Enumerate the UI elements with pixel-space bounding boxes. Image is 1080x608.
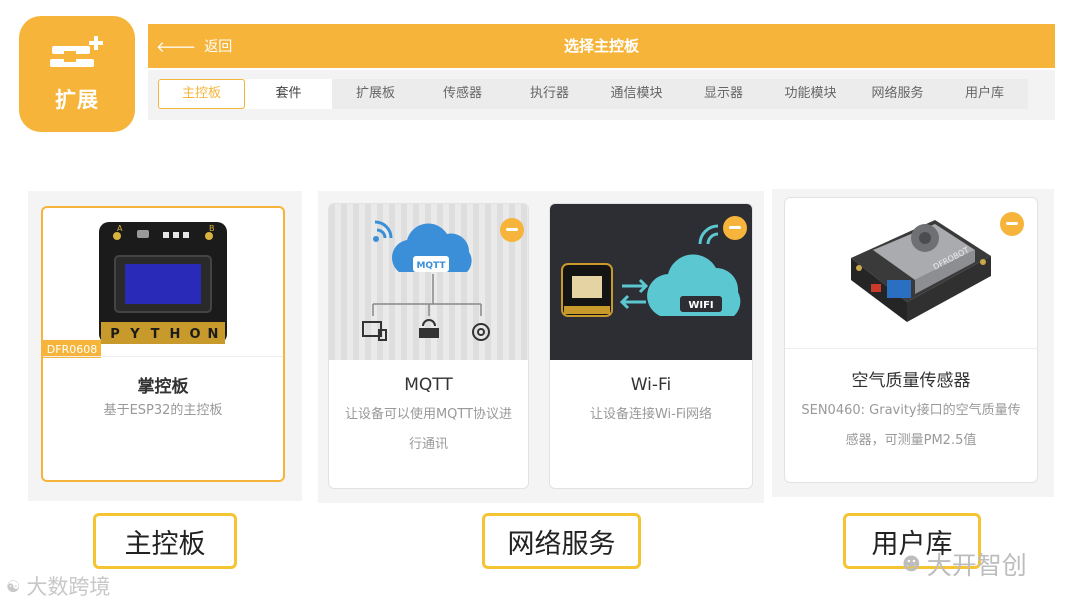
wifi-signal-icon — [374, 220, 393, 239]
tab-sensor[interactable]: 传感器 — [419, 79, 506, 109]
wechat-icon: ☻ — [902, 553, 921, 575]
gear-icon — [472, 323, 490, 341]
pin-label-h: H — [170, 327, 181, 342]
mqtt-image: MQTT — [329, 204, 528, 360]
tab-network-service[interactable]: 网络服务 — [854, 79, 941, 109]
tab-user-library[interactable]: 用户库 — [941, 79, 1028, 109]
sync-arrows-icon — [619, 278, 649, 310]
tab-actuator[interactable]: 执行器 — [506, 79, 593, 109]
tab-expansion-board[interactable]: 扩展板 — [332, 79, 419, 109]
extension-label: 扩展 — [55, 88, 99, 112]
computer-icon — [362, 321, 387, 341]
mainboard-desc: 基于ESP32的主控板 — [103, 403, 223, 418]
tab-kit[interactable]: 套件 — [245, 79, 332, 109]
wifi-card[interactable]: WIFI Wi-Fi 让设备连接Wi-Fi网络 — [549, 203, 753, 489]
extension-screen: 扩展 🡐 返回 选择主控板 主控板 套件 扩展板 传感器 执行器 通信模块 显示… — [0, 0, 1080, 608]
extension-logo: 扩展 — [19, 16, 135, 132]
network-group-label: 网络服务 — [482, 513, 641, 569]
router-icon — [419, 319, 439, 338]
wifi-image: WIFI — [550, 204, 752, 360]
mainboard-group: A B P Y T H O N DFR0608 掌控板 基于ESP32的主控板 — [28, 191, 302, 501]
pin-label-o: O — [189, 327, 200, 342]
pin-label-y: Y — [129, 327, 140, 342]
mqtt-title: MQTT — [404, 375, 453, 395]
arrow-left-icon: 🡐 — [156, 37, 197, 56]
air-quality-title: 空气质量传感器 — [851, 371, 971, 391]
extension-plus-icon — [50, 36, 103, 67]
board-tag: DFR0608 — [47, 343, 97, 356]
wifi-title: Wi-Fi — [630, 375, 672, 395]
tab-function-module[interactable]: 功能模块 — [767, 79, 854, 109]
watermark-right: ☻ 大开智创 — [902, 546, 1027, 582]
mainboard-card[interactable]: A B P Y T H O N DFR0608 掌控板 基于ESP32的主控板 — [41, 206, 285, 482]
watermark-right-text: 大开智创 — [926, 551, 1027, 580]
remove-mqtt-button[interactable] — [500, 218, 524, 242]
tab-display[interactable]: 显示器 — [680, 79, 767, 109]
page-title: 选择主控板 — [563, 37, 639, 55]
mainboard-group-label: 主控板 — [93, 513, 237, 569]
mqtt-desc: 让设备可以使用MQTT协议进行通讯 — [344, 407, 513, 452]
pin-label-t: T — [151, 327, 160, 342]
mainboard-image: A B P Y T H O N DFR0608 — [43, 208, 283, 358]
wifi-signal-icon — [698, 224, 719, 245]
network-group: MQTT MQTT 让设备可以使用MQTT协议进行通讯 WIFI Wi-Fi 让… — [318, 191, 764, 503]
mqtt-cloud-label: MQTT — [416, 261, 446, 271]
air-quality-desc: SEN0460: Gravity接口的空气质量传感器，可测量PM2.5值 — [801, 403, 1021, 448]
tab-mainboard[interactable]: 主控板 — [158, 79, 245, 109]
pin-label-n: N — [208, 327, 219, 342]
category-tabs: 主控板 套件 扩展板 传感器 执行器 通信模块 显示器 功能模块 网络服务 用户… — [148, 70, 1055, 120]
back-label: 返回 — [204, 39, 233, 55]
pin-label-p: P — [110, 327, 120, 342]
back-button[interactable]: 🡐 返回 — [156, 24, 232, 68]
mqtt-card[interactable]: MQTT MQTT 让设备可以使用MQTT协议进行通讯 — [328, 203, 529, 489]
cloud-icon: WIFI — [647, 254, 741, 316]
watermark-logo-icon: ☯ — [6, 576, 21, 596]
watermark-left: ☯ 大数跨境 — [6, 571, 110, 601]
remove-air-quality-button[interactable] — [1000, 212, 1024, 236]
userlib-group: DFROBOT 空气质量传感器 SEN0460: Gravity接口的空气质量传… — [772, 189, 1054, 497]
board-icon — [561, 263, 613, 317]
air-quality-card[interactable]: DFROBOT 空气质量传感器 SEN0460: Gravity接口的空气质量传… — [784, 197, 1038, 483]
air-quality-image: DFROBOT — [785, 198, 1037, 348]
watermark-left-text: 大数跨境 — [26, 575, 111, 599]
pin-b-label: B — [209, 224, 215, 233]
tab-communication-module[interactable]: 通信模块 — [593, 79, 680, 109]
wifi-cloud-label: WIFI — [688, 300, 713, 311]
wifi-desc: 让设备连接Wi-Fi网络 — [589, 407, 712, 422]
mainboard-title: 掌控板 — [137, 377, 189, 397]
header-bar: 🡐 返回 选择主控板 — [148, 24, 1055, 68]
remove-wifi-button[interactable] — [723, 216, 747, 240]
pin-a-label: A — [117, 224, 123, 233]
cloud-icon: MQTT — [391, 223, 472, 272]
